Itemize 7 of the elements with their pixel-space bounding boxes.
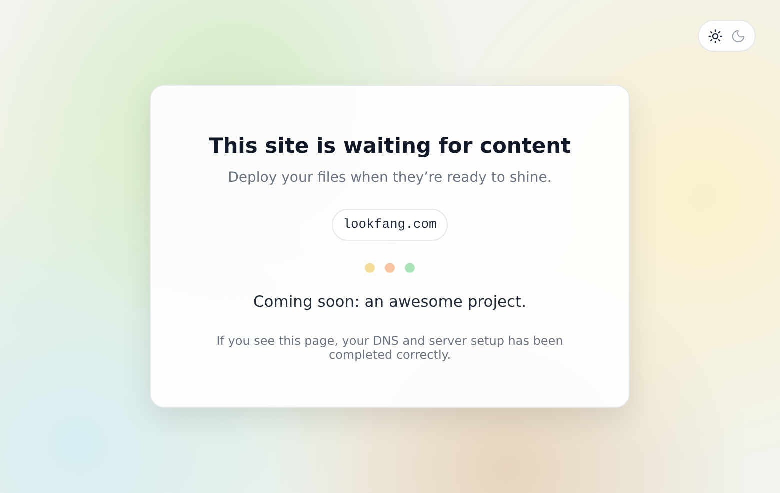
domain-label: lookfang.com [332, 209, 448, 240]
moon-icon[interactable] [731, 28, 746, 44]
page-title: This site is waiting for content [208, 133, 572, 160]
sun-icon[interactable] [708, 28, 723, 44]
note: If you see this page, your DNS and server setup has been completed correctly. [216, 334, 564, 362]
subtitle: Deploy your files when they’re ready to shine. [228, 169, 552, 188]
tagline: Coming soon: an awesome project. [253, 292, 527, 312]
